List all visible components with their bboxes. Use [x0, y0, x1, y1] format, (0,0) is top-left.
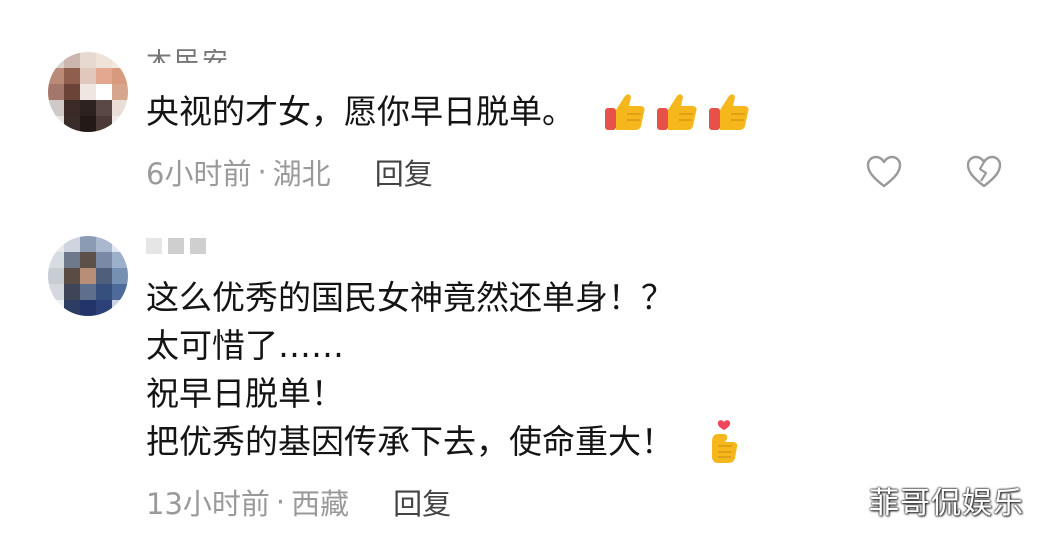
comment-line: 央视的才女，愿你早日脱单。	[146, 92, 575, 131]
comment-text: 央视的才女，愿你早日脱单。	[146, 88, 751, 136]
pixelated-avatar-image	[48, 236, 128, 316]
comment-meta: 13小时前 · 西藏 回复	[146, 482, 451, 522]
comment-line: 祝早日脱单！	[146, 374, 344, 413]
like-button[interactable]	[864, 152, 904, 192]
comment-line: 太可惜了……	[146, 326, 344, 365]
timestamp: 6小时前	[146, 157, 252, 191]
heart-icon	[866, 155, 902, 188]
masked-username-block	[146, 238, 162, 254]
timestamp: 13小时前	[146, 487, 270, 521]
username[interactable]: 木民安	[146, 46, 230, 74]
finger-heart-icon	[712, 420, 738, 463]
username-text: 木民安	[146, 49, 230, 63]
location: 湖北	[272, 157, 331, 191]
meta-separator: ·	[257, 155, 267, 189]
comment-list: 木民安 央视的才女，愿你早日脱单。	[0, 0, 1040, 536]
pixelated-avatar-image	[48, 52, 128, 132]
location: 西藏	[291, 487, 350, 521]
username[interactable]	[146, 232, 206, 260]
meta-separator: ·	[275, 485, 286, 519]
comment-line: 把优秀的基因传承下去，使命重大！	[146, 422, 674, 461]
masked-username-block	[168, 238, 184, 254]
reply-button[interactable]: 回复	[393, 481, 451, 523]
thumbs-up-icon	[605, 94, 645, 130]
broken-heart-icon	[966, 155, 1002, 188]
comment-meta: 6小时前 · 湖北 回复	[146, 152, 433, 192]
comment-text: 这么优秀的国民女神竟然还单身！？ 太可惜了…… 祝早日脱单！ 把优秀的基因传承下…	[146, 274, 744, 466]
thumbs-up-icon	[657, 94, 697, 130]
avatar[interactable]	[48, 236, 128, 316]
avatar[interactable]	[48, 52, 128, 132]
masked-username-block	[190, 238, 206, 254]
thumbs-up-icon	[709, 94, 749, 130]
dislike-button[interactable]	[964, 152, 1004, 192]
reply-button[interactable]: 回复	[375, 151, 433, 193]
comment-line: 这么优秀的国民女神竟然还单身！？	[146, 278, 674, 317]
watermark: 菲哥侃娱乐	[869, 486, 1024, 521]
comment-item: 木民安 央视的才女，愿你早日脱单。	[0, 0, 1040, 200]
